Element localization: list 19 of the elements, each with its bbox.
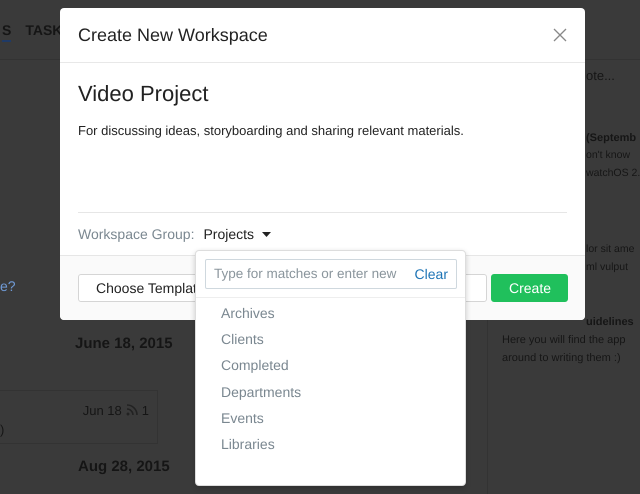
dropdown-option[interactable]: Departments — [196, 378, 465, 406]
caret-icon — [262, 232, 272, 236]
group-label: Workspace Group: — [78, 224, 194, 244]
group-dropdown[interactable]: Projects — [203, 224, 272, 244]
feed-icon — [126, 404, 138, 416]
clear-link[interactable]: Clear — [414, 264, 448, 284]
message-text: ) — [0, 421, 4, 439]
dropdown-option[interactable]: Events — [196, 405, 465, 432]
dropdown-option[interactable]: Clients — [196, 326, 465, 353]
search-box[interactable]: Type for matches or enter new Clear — [205, 259, 457, 289]
dropdown-option[interactable]: Archives — [196, 300, 465, 326]
close-button[interactable] — [553, 28, 567, 42]
dropdown-option[interactable]: Completed — [196, 352, 465, 379]
dropdown-option[interactable]: Libraries — [196, 431, 465, 458]
create-button[interactable]: Create — [491, 274, 568, 302]
workspace-name: Video Project — [78, 81, 210, 108]
link[interactable]: e? — [0, 276, 16, 297]
workspace-description: For discussing ideas, storyboarding and sharing relevant materials. — [78, 122, 465, 140]
modal-title: Create New Workspace — [78, 24, 268, 47]
